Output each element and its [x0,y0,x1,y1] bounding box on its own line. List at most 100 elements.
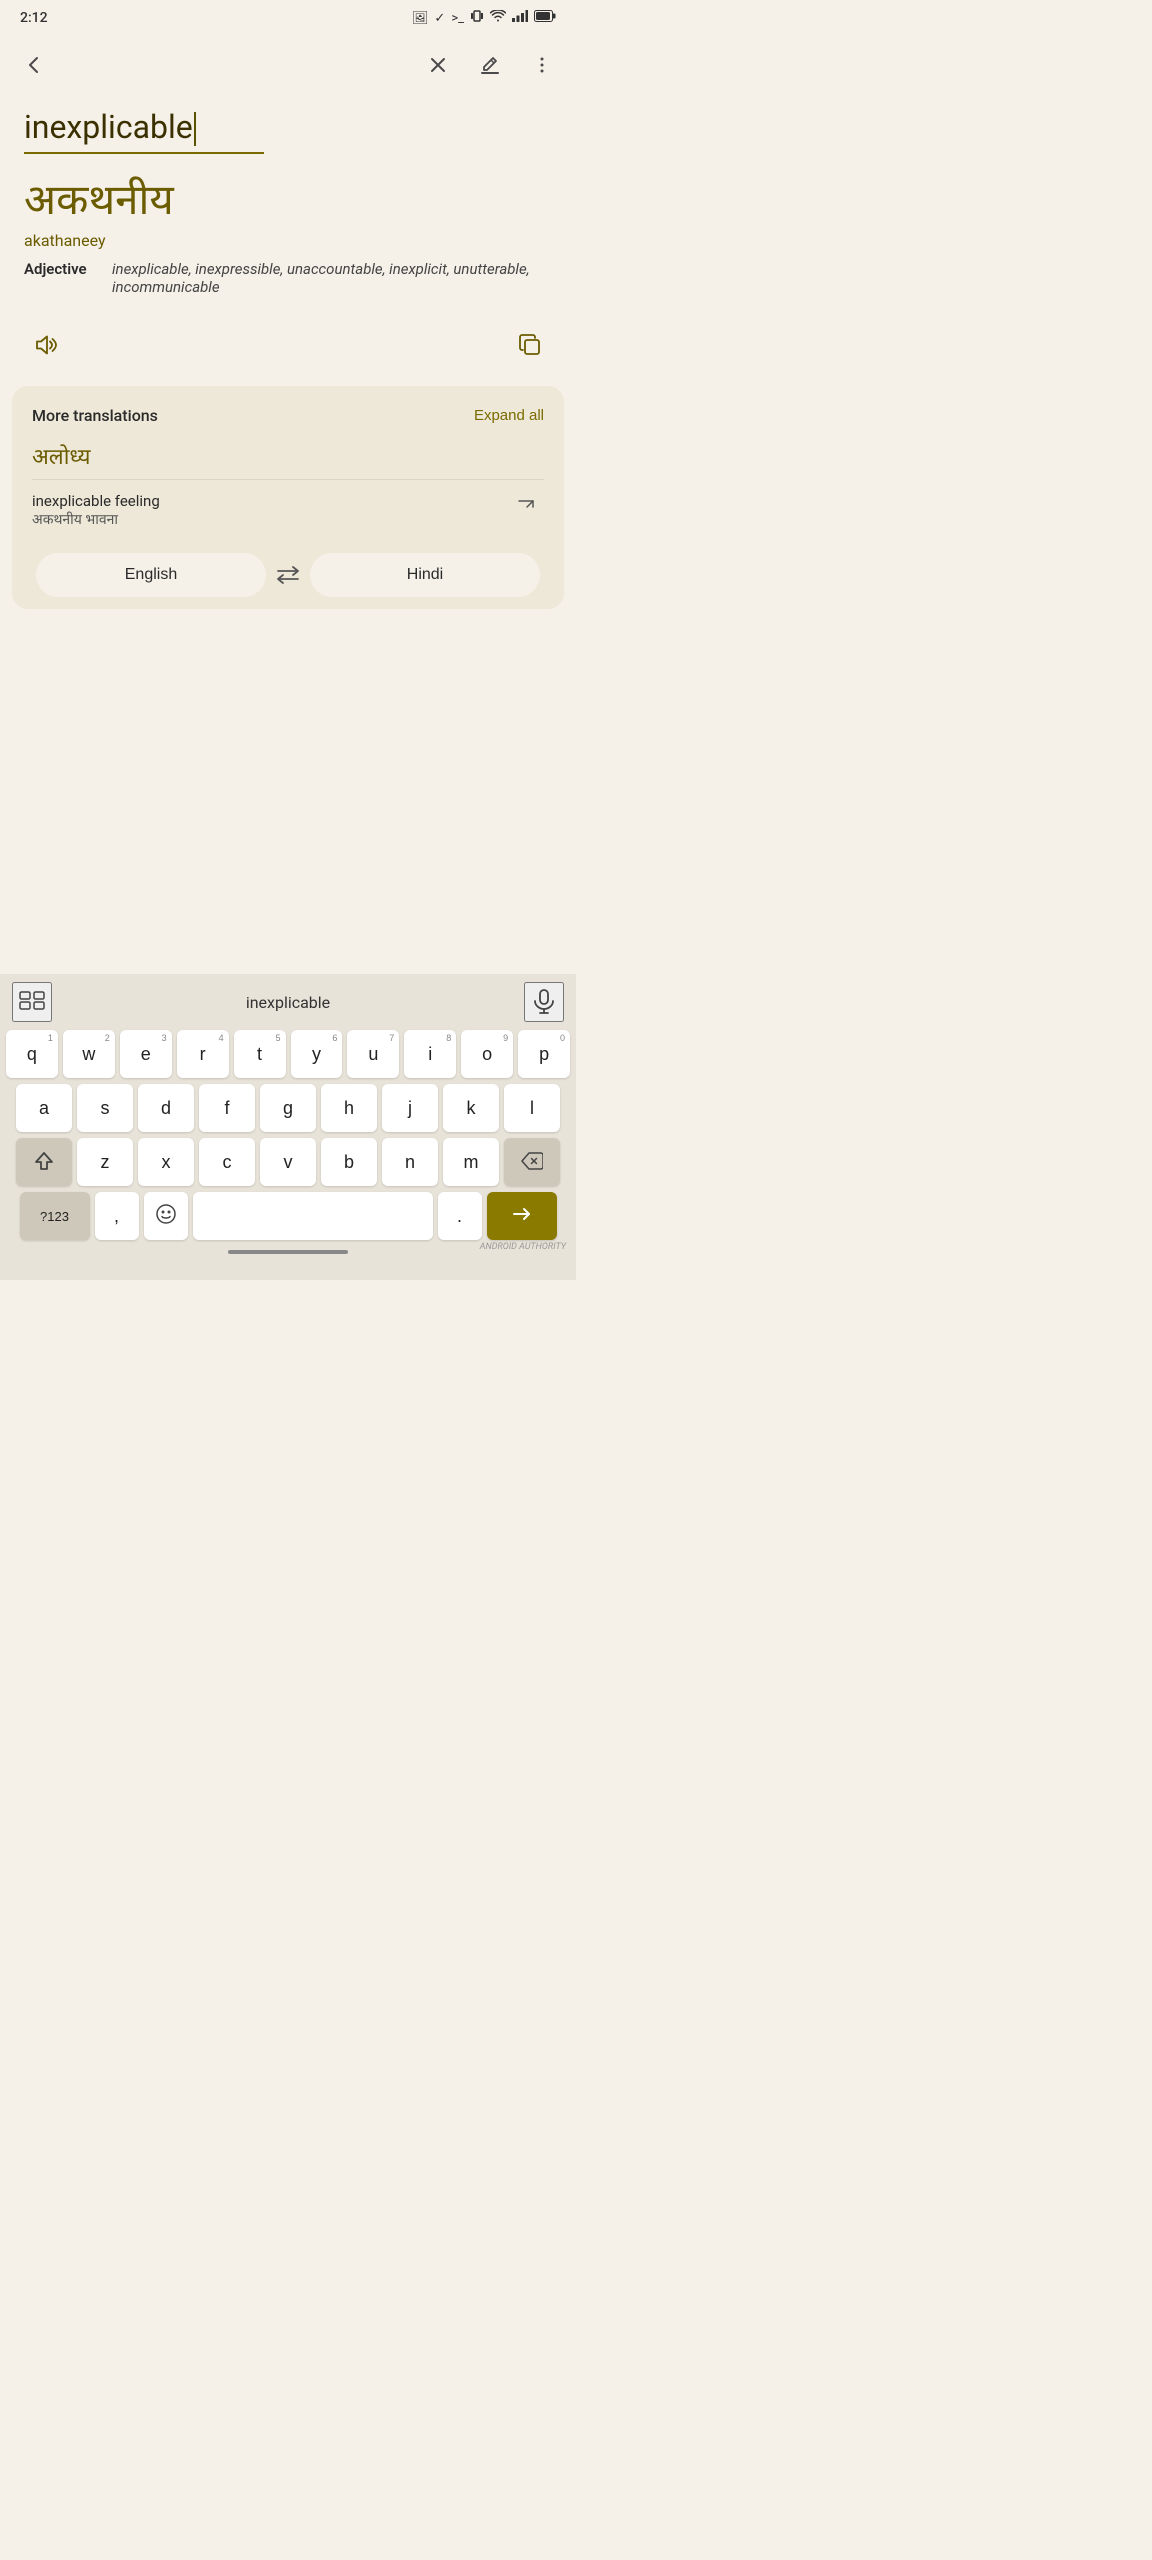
key-e[interactable]: e3 [120,1030,172,1078]
close-button[interactable] [416,46,460,90]
source-language-button[interactable]: English [36,553,266,597]
symbols-label: ?123 [40,1209,69,1224]
key-d[interactable]: d [138,1084,194,1132]
annotate-button[interactable] [468,46,512,90]
alt-hindi-text: अलोध्य [32,441,544,471]
translation-area: अकथनीय akathaneey Adjective inexplicable… [0,154,576,316]
keyboard-top-row: inexplicable [4,982,572,1030]
key-b[interactable]: b [321,1138,377,1186]
word-type-row: Adjective inexplicable, inexpressible, u… [24,260,552,296]
keyboard-layout-icon [17,984,47,1020]
keyboard-row-3: z x c v b n m [6,1138,570,1186]
watermark: ANDROID AUTHORITY [480,1242,566,1252]
period-key[interactable]: . [438,1192,482,1240]
key-f[interactable]: f [199,1084,255,1132]
target-language-button[interactable]: Hindi [310,553,540,597]
backspace-key[interactable] [504,1138,560,1186]
top-nav [0,36,576,100]
check-icon: ✓ [434,11,445,26]
enter-icon [511,1205,533,1228]
signal-icon [512,10,528,26]
text-cursor [194,112,196,146]
lang-switch-row: English Hindi [32,553,544,609]
status-bar: 2:12 🖼 ✓ >_ [0,0,576,36]
keyboard-mic-button[interactable] [524,982,564,1022]
action-row [0,316,576,386]
back-icon [23,54,45,82]
keyboard-row-1: q1 w2 e3 r4 t5 y6 u7 i8 o9 p0 [6,1030,570,1078]
phrase-open-button[interactable] [508,492,544,528]
key-l[interactable]: l [504,1084,560,1132]
phrase-hindi: अकथनीय भावना [32,510,160,529]
hindi-translation: अकथनीय [24,170,552,227]
phrase-english: inexplicable feeling [32,492,160,510]
key-s[interactable]: s [77,1084,133,1132]
keyboard-row-2: a s d f g h j k l [6,1084,570,1132]
key-t[interactable]: t5 [234,1030,286,1078]
expand-all-button[interactable]: Expand all [474,407,544,424]
keyboard-input-display: inexplicable [52,993,524,1012]
key-j[interactable]: j [382,1084,438,1132]
period-label: . [457,1206,462,1227]
key-c[interactable]: c [199,1138,255,1186]
key-i[interactable]: i8 [404,1030,456,1078]
more-header: More translations Expand all [32,406,544,425]
more-icon [531,54,553,82]
shift-icon [33,1150,55,1175]
key-a[interactable]: a [16,1084,72,1132]
language-switch-icon[interactable] [266,553,310,597]
wifi-icon [490,10,506,26]
phrase-row: inexplicable feeling अकथनीय भावना [32,479,544,541]
more-translations-card: More translations Expand all अलोध्य inex… [12,386,564,609]
key-w[interactable]: w2 [63,1030,115,1078]
back-button[interactable] [12,46,56,90]
key-o[interactable]: o9 [461,1030,513,1078]
keyboard: inexplicable q1 w2 e3 r4 t5 y6 u7 i8 o9 [0,974,576,1280]
annotate-icon [479,54,501,82]
key-g[interactable]: g [260,1084,316,1132]
close-icon [428,55,448,81]
key-h[interactable]: h [321,1084,377,1132]
status-icons: 🖼 ✓ >_ [412,9,556,27]
emoji-key[interactable] [144,1192,188,1240]
comma-key[interactable]: , [95,1192,139,1240]
comma-label: , [114,1206,119,1227]
copy-button[interactable] [508,326,552,370]
keyboard-layout-button[interactable] [12,982,52,1022]
search-input-area: inexplicable [0,100,576,154]
key-k[interactable]: k [443,1084,499,1132]
word-type-label: Adjective [24,260,104,278]
keyboard-rows: q1 w2 e3 r4 t5 y6 u7 i8 o9 p0 a s d f g … [4,1030,572,1240]
more-button[interactable] [520,46,564,90]
key-u[interactable]: u7 [347,1030,399,1078]
search-input-text[interactable]: inexplicable [24,108,264,154]
battery-icon [534,10,556,26]
romanized-text: akathaneey [24,231,552,250]
key-n[interactable]: n [382,1138,438,1186]
enter-key[interactable] [487,1192,557,1240]
key-m[interactable]: m [443,1138,499,1186]
key-r[interactable]: r4 [177,1030,229,1078]
speaker-button[interactable] [24,326,68,370]
symbols-key[interactable]: ?123 [20,1192,90,1240]
vibrate-icon [470,9,484,27]
key-y[interactable]: y6 [291,1030,343,1078]
speaker-icon [32,331,60,366]
key-p[interactable]: p0 [518,1030,570,1078]
key-q[interactable]: q1 [6,1030,58,1078]
mic-icon [531,988,557,1017]
backspace-icon [521,1152,543,1173]
key-z[interactable]: z [77,1138,133,1186]
photo-icon: 🖼 [412,11,429,26]
phrase-arrow-icon [516,498,536,523]
home-bar [228,1250,348,1254]
space-key[interactable] [193,1192,433,1240]
key-v[interactable]: v [260,1138,316,1186]
keyboard-row-4: ?123 , . [6,1192,570,1240]
terminal-icon: >_ [451,11,464,26]
copy-icon [516,331,544,366]
shift-key[interactable] [16,1138,72,1186]
status-time: 2:12 [20,10,48,26]
key-x[interactable]: x [138,1138,194,1186]
phrase-content: inexplicable feeling अकथनीय भावना [32,492,160,529]
